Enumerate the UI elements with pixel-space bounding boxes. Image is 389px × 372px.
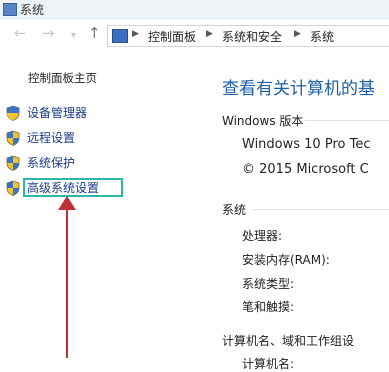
sidebar-item-remote-settings[interactable]: 远程设置 xyxy=(5,128,125,148)
breadcrumb-control-panel[interactable]: 控制面板 xyxy=(148,28,196,45)
control-panel-icon xyxy=(112,29,128,43)
annotation-arrow-line xyxy=(66,206,68,358)
control-panel-home-link[interactable]: 控制面板主页 xyxy=(28,70,97,86)
back-arrow-icon[interactable]: ← xyxy=(14,24,27,42)
sidebar-item-label: 远程设置 xyxy=(27,131,76,145)
navigation-bar: ← → ▾ ↑ ▶ 控制面板 ▶ 系统和安全 ▶ 系统 xyxy=(0,19,389,49)
page-title: 查看有关计算机的基 xyxy=(222,79,375,99)
system-type-label: 系统类型: xyxy=(242,277,295,291)
sidebar-item-system-protection[interactable]: 系统保护 xyxy=(5,153,125,173)
processor-label: 处理器: xyxy=(242,229,283,243)
windows-edition-value: Windows 10 Pro Tec xyxy=(242,137,371,152)
shield-icon xyxy=(6,180,20,196)
breadcrumb-system[interactable]: 系统 xyxy=(310,28,334,45)
sidebar-item-label: 系统保护 xyxy=(27,156,76,170)
windows-edition-heading: Windows 版本 xyxy=(222,114,304,128)
title-bar: 系统 xyxy=(0,0,389,19)
breadcrumb-separator-icon: ▶ xyxy=(132,29,139,39)
system-heading: 系统 xyxy=(222,203,247,217)
system-window-icon xyxy=(3,3,17,16)
divider xyxy=(252,209,389,210)
window-title: 系统 xyxy=(20,3,45,17)
chevron-down-icon[interactable]: ▾ xyxy=(71,27,76,45)
ram-label: 安装内存(RAM): xyxy=(242,253,330,267)
breadcrumb-separator-icon: ▶ xyxy=(206,29,213,39)
computer-name-heading: 计算机名、域和工作组设 xyxy=(222,334,355,348)
breadcrumb-system-security[interactable]: 系统和安全 xyxy=(222,28,282,45)
address-bar[interactable]: ▶ 控制面板 ▶ 系统和安全 ▶ 系统 xyxy=(107,25,389,47)
breadcrumb-separator-icon: ▶ xyxy=(294,29,301,39)
copyright-text: © 2015 Microsoft C xyxy=(242,162,369,177)
shield-icon xyxy=(6,105,20,121)
divider xyxy=(305,120,389,121)
shield-icon xyxy=(6,155,20,171)
sidebar-item-label: 设备管理器 xyxy=(27,106,88,120)
shield-icon xyxy=(6,130,20,146)
forward-arrow-icon[interactable]: → xyxy=(42,24,55,42)
pen-touch-label: 笔和触摸: xyxy=(242,300,295,314)
sidebar-item-device-manager[interactable]: 设备管理器 xyxy=(5,103,125,123)
up-arrow-icon[interactable]: ↑ xyxy=(88,24,101,42)
highlight-box xyxy=(23,178,123,197)
